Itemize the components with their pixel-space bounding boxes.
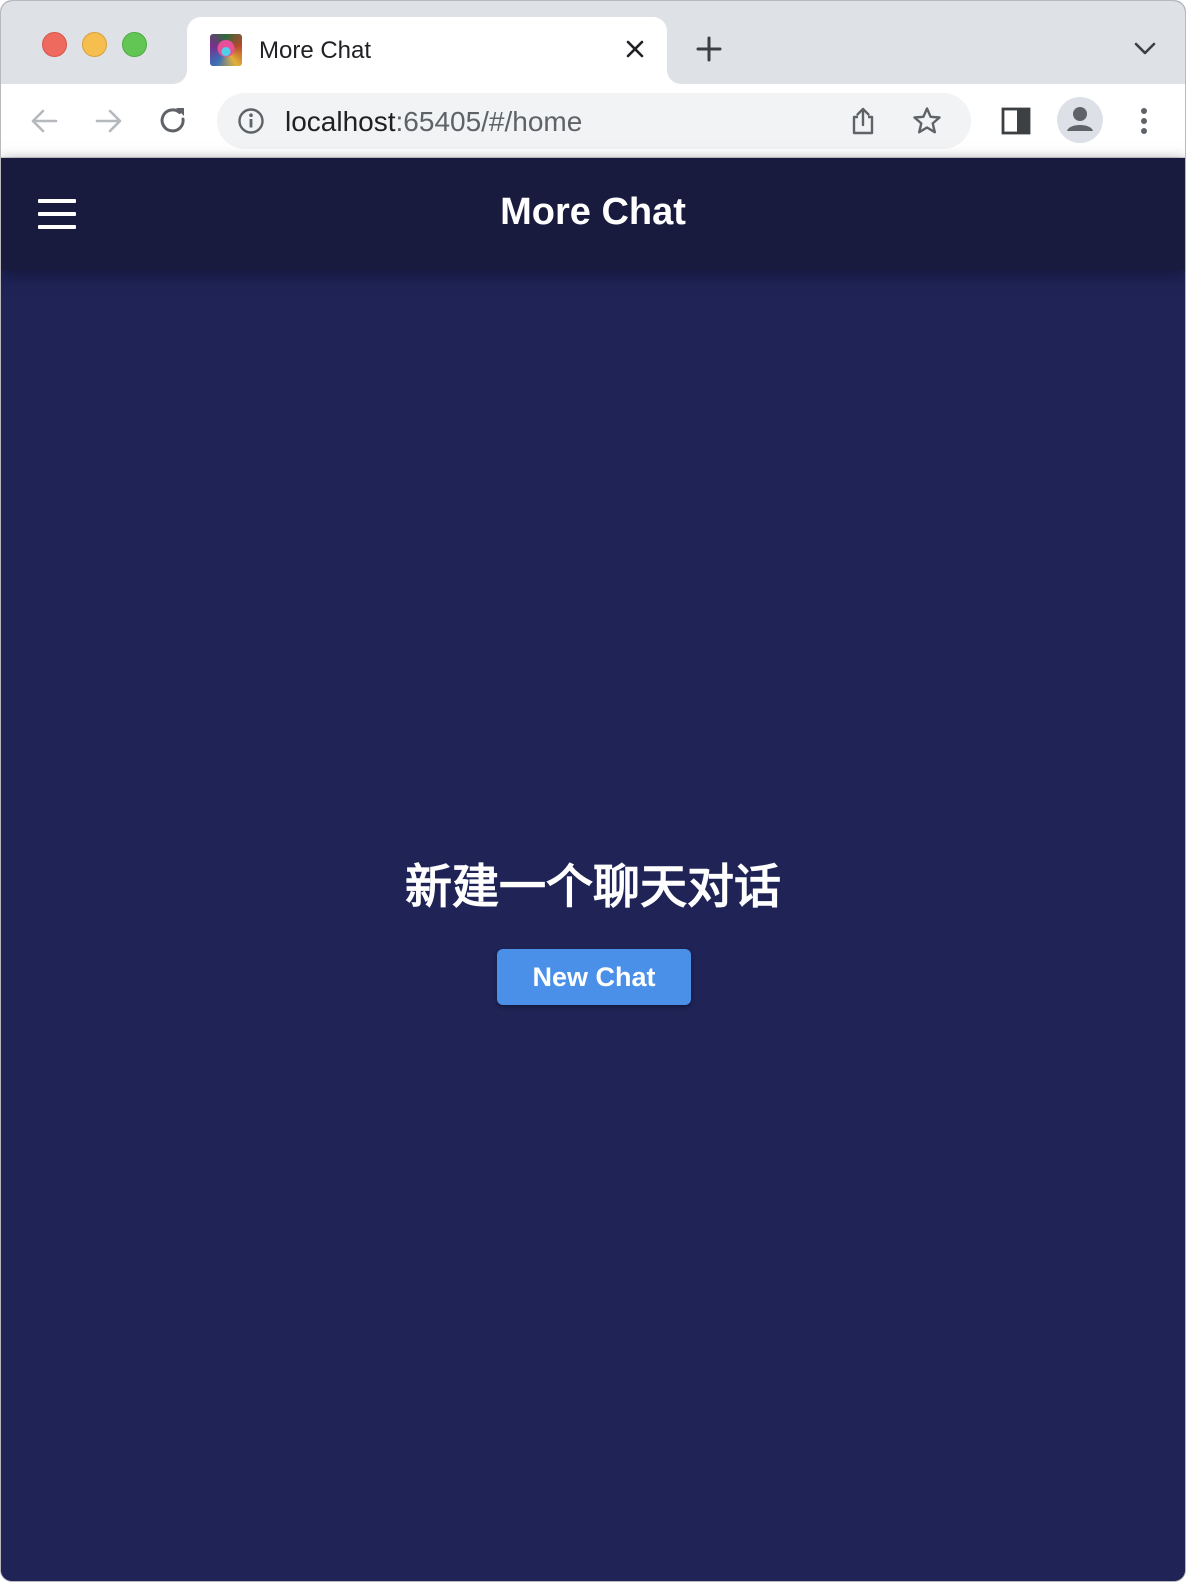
kebab-menu-icon[interactable] xyxy=(1127,104,1161,138)
empty-state-title: 新建一个聊天对话 xyxy=(405,860,781,915)
profile-icon[interactable] xyxy=(1057,97,1103,143)
app-title: More Chat xyxy=(500,191,686,233)
star-icon[interactable] xyxy=(911,105,943,137)
new-chat-button[interactable]: New Chat xyxy=(497,949,691,1005)
tab-strip: More Chat xyxy=(1,1,1185,84)
app-bar: More Chat xyxy=(1,158,1185,270)
reload-icon[interactable] xyxy=(156,104,190,138)
close-window-button[interactable] xyxy=(42,32,67,57)
arrow-left-icon[interactable] xyxy=(28,104,62,138)
minimize-window-button[interactable] xyxy=(82,32,107,57)
url-host: localhost xyxy=(285,106,396,137)
chevron-down-icon[interactable] xyxy=(1133,39,1157,59)
app-favicon-icon xyxy=(210,34,242,66)
url-text: localhost:65405/#/home xyxy=(285,106,582,138)
address-bar[interactable]: localhost:65405/#/home xyxy=(217,93,971,149)
browser-tab[interactable]: More Chat xyxy=(187,17,667,84)
browser-toolbar: localhost:65405/#/home xyxy=(1,84,1185,158)
close-icon[interactable] xyxy=(621,35,649,63)
app-viewport: More Chat 新建一个聊天对话 New Chat xyxy=(1,158,1185,1581)
share-icon[interactable] xyxy=(847,105,879,137)
plus-icon[interactable] xyxy=(695,35,723,63)
url-path: :65405/#/home xyxy=(395,106,583,137)
zoom-window-button[interactable] xyxy=(122,32,147,57)
arrow-right-icon[interactable] xyxy=(91,104,125,138)
tab-title: More Chat xyxy=(259,37,372,64)
side-panel-icon[interactable] xyxy=(999,104,1033,138)
info-icon[interactable] xyxy=(237,107,265,135)
browser-window: More Chat localhost:65405/#/home More Ch… xyxy=(0,0,1186,1582)
